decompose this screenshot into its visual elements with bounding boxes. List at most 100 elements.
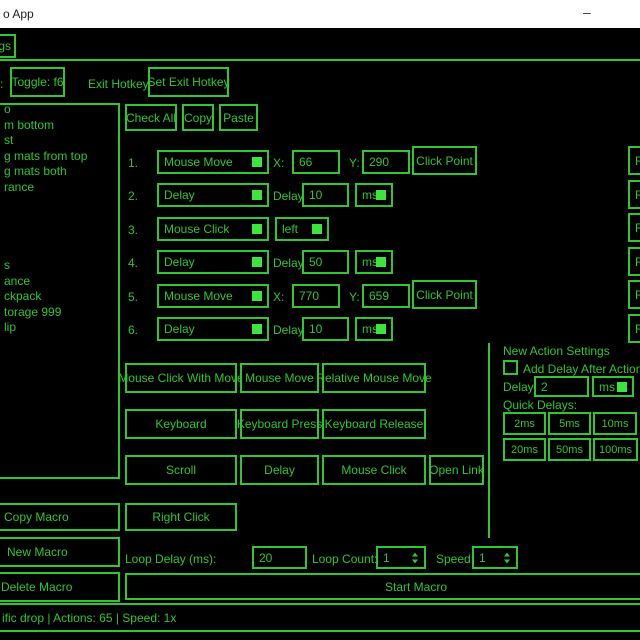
macro-list-item[interactable]: g mats from top <box>0 149 118 165</box>
macro-list-item[interactable]: torage 999 <box>0 305 118 321</box>
macro-app-window: o App – gs : Toggle: f6 Exit Hotkey: Set… <box>0 0 640 640</box>
remove-action-button[interactable]: R <box>628 180 640 209</box>
action-row-number: 2. <box>128 189 138 203</box>
action-type-value: Mouse Click <box>164 222 229 236</box>
x-input[interactable]: 66 <box>292 150 340 174</box>
y-input[interactable]: 659 <box>362 284 410 308</box>
macro-list-item[interactable]: ckpack <box>0 289 118 305</box>
delay-label: Delay <box>273 189 304 203</box>
set-exit-hotkey-button[interactable]: Set Exit Hotkey <box>148 67 229 97</box>
action-type-dropdown[interactable]: Mouse Move <box>157 150 269 174</box>
spinner-down-icon[interactable] <box>412 559 418 563</box>
action-type-dropdown[interactable]: Delay <box>157 317 269 341</box>
start-macro-button[interactable]: Start Macro <box>125 573 640 600</box>
click-point-button[interactable]: Click Point <box>412 280 477 309</box>
add-delay-button[interactable]: Delay <box>240 455 319 485</box>
loop-delay-input[interactable]: 20 <box>252 546 307 569</box>
delay-input[interactable]: 10 <box>302 317 349 341</box>
quick-delay-20ms-button[interactable]: 20ms <box>503 438 546 461</box>
copy-macro-button[interactable]: Copy Macro <box>0 503 120 531</box>
spinner-up-icon[interactable] <box>412 552 418 556</box>
add-open-link-button[interactable]: Open Link <box>429 455 484 485</box>
macro-list[interactable]: o m bottom st g mats from top g mats bot… <box>0 103 120 479</box>
macro-list-item[interactable]: lip <box>0 320 118 336</box>
new-macro-button[interactable]: New Macro <box>0 537 120 567</box>
action-row-number: 1. <box>128 156 138 170</box>
hotkey-label-fragment: : <box>0 77 3 91</box>
delay-unit-dropdown[interactable]: ms <box>355 183 393 207</box>
add-right-click-button[interactable]: Right Click <box>125 503 237 531</box>
speed-stepper[interactable]: 1 <box>472 546 518 569</box>
mouse-button-dropdown[interactable]: left <box>275 217 329 241</box>
y-input[interactable]: 290 <box>362 150 410 174</box>
x-input[interactable]: 770 <box>292 284 340 308</box>
action-type-dropdown[interactable]: Mouse Click <box>157 217 269 241</box>
quick-delay-50ms-button[interactable]: 50ms <box>548 438 591 461</box>
dropdown-indicator-icon <box>312 224 322 234</box>
action-type-value: Delay <box>164 255 195 269</box>
macro-list-item[interactable]: s <box>0 258 118 274</box>
toggle-hotkey-button[interactable]: Toggle: f6 <box>10 67 65 97</box>
check-all-button[interactable]: Check All <box>125 104 177 131</box>
remove-action-button[interactable]: R <box>628 247 640 276</box>
new-action-delay-input[interactable]: 2 <box>534 376 589 397</box>
add-scroll-button[interactable]: Scroll <box>125 455 237 485</box>
delay-unit-dropdown[interactable]: ms <box>355 250 393 274</box>
action-type-dropdown[interactable]: Mouse Move <box>157 284 269 308</box>
quick-delays-label: Quick Delays: <box>503 398 577 412</box>
macro-list-item[interactable] <box>0 211 118 227</box>
macro-list-item[interactable]: ance <box>0 274 118 290</box>
add-keyboard-release-button[interactable]: Keyboard Release <box>322 409 426 439</box>
new-action-delay-label: Delay: <box>503 380 537 394</box>
add-mouse-move-button[interactable]: Mouse Move <box>240 363 319 393</box>
minimize-button[interactable]: – <box>583 4 591 20</box>
macro-list-item[interactable]: st <box>0 133 118 149</box>
action-type-dropdown[interactable]: Delay <box>157 250 269 274</box>
remove-action-button[interactable]: R <box>628 314 640 343</box>
window-title: o App <box>3 7 34 21</box>
quick-delay-5ms-button[interactable]: 5ms <box>548 412 591 435</box>
macro-list-item[interactable] <box>0 242 118 258</box>
copy-button[interactable]: Copy <box>182 104 214 131</box>
remove-action-button[interactable]: R <box>628 213 640 242</box>
delete-macro-button[interactable]: Delete Macro <box>0 572 120 602</box>
panel-separator <box>488 343 490 538</box>
add-mouse-click-button[interactable]: Mouse Click <box>322 455 426 485</box>
quick-delay-2ms-button[interactable]: 2ms <box>503 412 546 435</box>
loop-count-value: 1 <box>383 551 390 565</box>
add-keyboard-button[interactable]: Keyboard <box>125 409 237 439</box>
spinner-up-icon[interactable] <box>504 552 510 556</box>
dropdown-indicator-icon <box>376 324 386 334</box>
delay-input[interactable]: 10 <box>302 183 349 207</box>
remove-action-button[interactable]: R <box>628 146 640 175</box>
add-delay-after-action-checkbox[interactable] <box>503 360 518 375</box>
delay-input[interactable]: 50 <box>302 250 349 274</box>
quick-delay-100ms-button[interactable]: 100ms <box>593 438 638 461</box>
paste-button[interactable]: Paste <box>219 104 258 131</box>
loop-count-stepper[interactable]: 1 <box>376 546 426 569</box>
macro-list-item[interactable]: o <box>0 103 118 118</box>
spinner-down-icon[interactable] <box>504 559 510 563</box>
macro-list-item[interactable]: m bottom <box>0 118 118 134</box>
add-keyboard-press-button[interactable]: Keyboard Press <box>240 409 319 439</box>
add-delay-after-action-label: Add Delay After Action <box>523 362 640 376</box>
click-point-button[interactable]: Click Point <box>412 146 477 175</box>
action-type-dropdown[interactable]: Delay <box>157 183 269 207</box>
macro-list-item[interactable] <box>0 227 118 243</box>
speed-value: 1 <box>479 551 486 565</box>
new-action-delay-unit-dropdown[interactable]: ms <box>592 376 634 397</box>
action-type-value: Delay <box>164 322 195 336</box>
add-mouse-click-with-move-button[interactable]: Mouse Click With Move <box>125 363 237 393</box>
tab-settings[interactable]: gs <box>0 34 16 58</box>
quick-delay-10ms-button[interactable]: 10ms <box>593 412 637 435</box>
macro-list-item[interactable]: g mats both <box>0 164 118 180</box>
y-label: Y: <box>349 156 360 170</box>
remove-action-button[interactable]: R <box>628 280 640 309</box>
action-row-number: 5. <box>128 290 138 304</box>
add-relative-mouse-move-button[interactable]: Relative Mouse Move <box>322 363 426 393</box>
action-type-value: Mouse Move <box>164 155 233 169</box>
macro-list-item[interactable]: rance <box>0 180 118 196</box>
delay-unit-dropdown[interactable]: ms <box>355 317 393 341</box>
loop-count-label: Loop Count: <box>312 552 377 566</box>
macro-list-item[interactable] <box>0 196 118 212</box>
